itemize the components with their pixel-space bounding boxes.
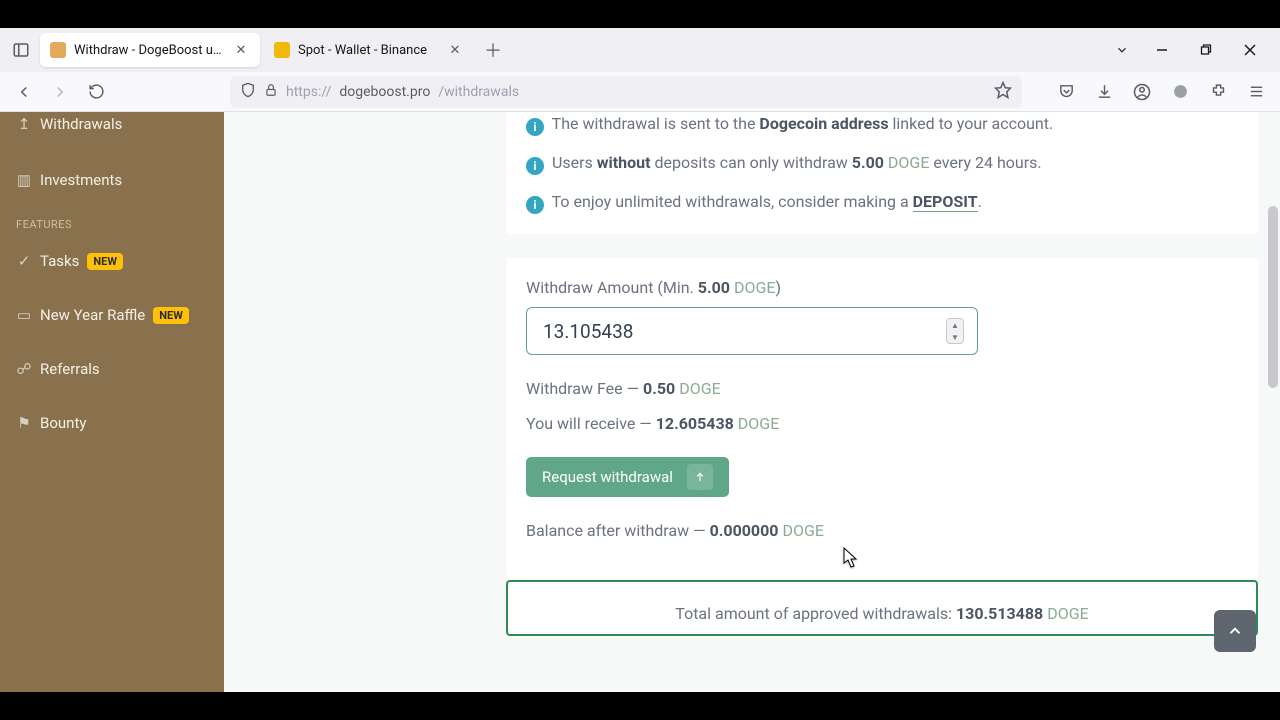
tab-bar: Withdraw - DogeBoost up to 2… ✕ Spot - W… (0, 28, 1280, 72)
sidebar-item-raffle[interactable]: ▭ New Year Raffle NEW (0, 293, 224, 337)
back-button[interactable] (8, 76, 40, 108)
check-icon: ✓ (16, 253, 32, 269)
sidebar-item-label: Referrals (40, 360, 100, 378)
info-line: i To enjoy unlimited withdrawals, consid… (526, 190, 1238, 215)
letterbox (0, 0, 1280, 28)
globe-icon[interactable] (1164, 76, 1196, 108)
sidebar-item-label: Investments (40, 171, 122, 189)
users-icon: ☍ (16, 361, 32, 377)
briefcase-icon: ▥ (16, 172, 32, 188)
page-viewport: ↥ Withdrawals ▥ Investments FEATURES ✓ T… (0, 112, 1280, 692)
lock-icon[interactable] (264, 83, 278, 101)
menu-icon[interactable] (1240, 76, 1272, 108)
maximize-button[interactable] (1188, 36, 1224, 64)
toolbar: https:// dogeboost.pro/withdrawals (0, 72, 1280, 112)
url-host: dogeboost.pro (339, 84, 430, 100)
info-line: i The withdrawal is sent to the Dogecoin… (526, 112, 1238, 137)
sidebar-item-bounty[interactable]: ⚑ Bounty (0, 401, 224, 445)
extensions-icon[interactable] (1202, 76, 1234, 108)
downloads-icon[interactable] (1088, 76, 1120, 108)
close-icon[interactable]: ✕ (446, 41, 464, 59)
sidebar-item-label: Bounty (40, 414, 86, 432)
sidebar-item-withdrawals[interactable]: ↥ Withdrawals (0, 112, 224, 146)
amount-input[interactable] (526, 307, 978, 355)
tab-binance[interactable]: Spot - Wallet - Binance ✕ (264, 33, 474, 67)
tab-dogeboost[interactable]: Withdraw - DogeBoost up to 2… ✕ (40, 33, 260, 67)
close-window-button[interactable] (1232, 36, 1268, 64)
close-icon[interactable]: ✕ (232, 41, 250, 59)
info-icon: i (526, 196, 544, 214)
arrow-up-icon: ↥ (16, 116, 32, 132)
info-icon: i (526, 118, 544, 136)
new-tab-button[interactable]: ＋ (478, 35, 508, 65)
favicon-icon (50, 42, 66, 58)
sidebar-item-label: Withdrawals (40, 115, 122, 133)
letterbox (0, 692, 1280, 720)
reload-button[interactable] (80, 76, 112, 108)
new-badge: NEW (87, 253, 123, 270)
pocket-icon[interactable] (1050, 76, 1082, 108)
upload-icon (687, 464, 713, 490)
amount-label: Withdraw Amount (Min. 5.00 DOGE) (526, 278, 1238, 297)
sidebar-item-investments[interactable]: ▥ Investments (0, 158, 224, 202)
address-bar[interactable]: https:// dogeboost.pro/withdrawals (230, 76, 1022, 108)
request-withdrawal-button[interactable]: Request withdrawal (526, 457, 729, 497)
sidebar-section-header: FEATURES (0, 202, 224, 239)
sidebar-toggle-icon[interactable] (6, 35, 36, 65)
window-controls (1144, 36, 1274, 64)
step-up-icon[interactable]: ▲ (947, 319, 963, 331)
favicon-icon (274, 42, 290, 58)
account-icon[interactable] (1126, 76, 1158, 108)
fee-row: Withdraw Fee — 0.50 DOGE (526, 379, 1238, 398)
flag-icon: ⚑ (16, 415, 32, 431)
balance-row: Balance after withdraw — 0.000000 DOGE (526, 521, 1238, 540)
minimize-button[interactable] (1144, 36, 1180, 64)
main-content: i The withdrawal is sent to the Dogecoin… (224, 112, 1280, 692)
sidebar-item-referrals[interactable]: ☍ Referrals (0, 347, 224, 391)
totals-card: Total amount of approved withdrawals: 13… (506, 580, 1258, 636)
button-label: Request withdrawal (542, 468, 673, 486)
url-path: /withdrawals (438, 84, 519, 100)
info-icon: i (526, 157, 544, 175)
sidebar-item-label: Tasks (40, 252, 79, 270)
url-scheme: https:// (286, 84, 331, 100)
shield-icon[interactable] (240, 82, 256, 102)
withdraw-form: Withdraw Amount (Min. 5.00 DOGE) ▲ ▼ Wit… (506, 258, 1258, 580)
bookmark-icon[interactable] (994, 81, 1012, 103)
tab-title: Withdraw - DogeBoost up to 2… (74, 43, 224, 58)
info-line: i Users without deposits can only withdr… (526, 151, 1238, 176)
scrollbar-thumb[interactable] (1268, 206, 1278, 388)
new-badge: NEW (153, 307, 189, 324)
step-down-icon[interactable]: ▼ (947, 331, 963, 343)
stepper[interactable]: ▲ ▼ (946, 318, 964, 344)
tabs-dropdown-icon[interactable] (1104, 36, 1140, 64)
info-card: i The withdrawal is sent to the Dogecoin… (506, 112, 1258, 234)
deposit-link[interactable]: DEPOSIT (913, 192, 978, 212)
sidebar-item-label: New Year Raffle (40, 306, 145, 324)
scroll-to-top-button[interactable] (1214, 610, 1256, 652)
tab-title: Spot - Wallet - Binance (298, 43, 438, 58)
scrollbar[interactable] (1266, 112, 1280, 692)
sidebar-item-tasks[interactable]: ✓ Tasks NEW (0, 239, 224, 283)
browser-window: Withdraw - DogeBoost up to 2… ✕ Spot - W… (0, 28, 1280, 692)
forward-button[interactable] (44, 76, 76, 108)
ticket-icon: ▭ (16, 307, 32, 323)
receive-row: You will receive — 12.605438 DOGE (526, 414, 1238, 433)
app-sidebar: ↥ Withdrawals ▥ Investments FEATURES ✓ T… (0, 112, 224, 692)
